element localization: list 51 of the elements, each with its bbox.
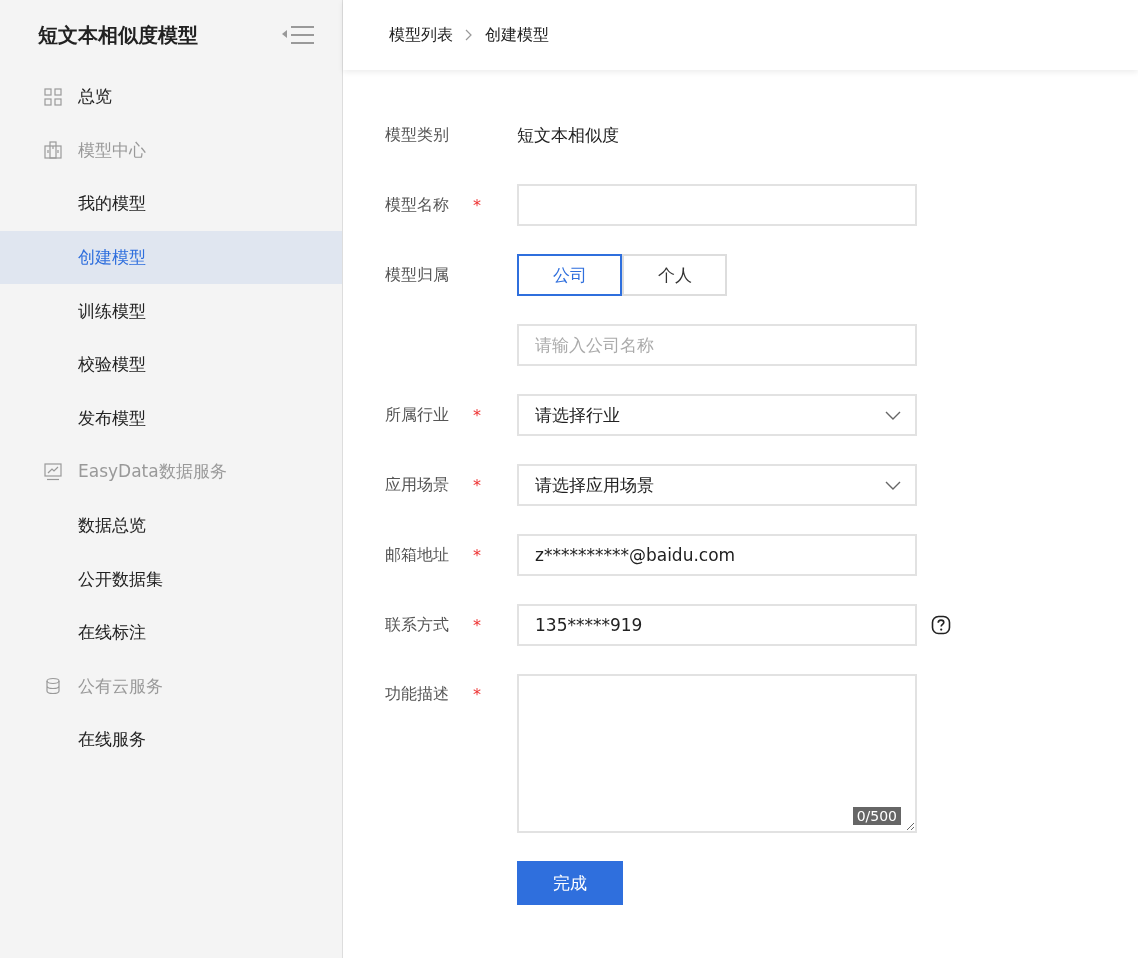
- required-mark: *: [473, 545, 481, 565]
- help-icon[interactable]: [931, 615, 951, 635]
- sidebar-item[interactable]: 训练模型: [0, 284, 342, 338]
- sidebar-item[interactable]: 数据总览: [0, 498, 342, 553]
- building-icon: [44, 141, 62, 160]
- sidebar-item[interactable]: 我的模型: [0, 177, 342, 231]
- chevron-down-icon: [885, 480, 901, 490]
- field-label: 联系方式: [385, 614, 450, 636]
- field-value: 短文本相似度: [517, 123, 619, 147]
- input-field[interactable]: 135*****919: [517, 604, 917, 646]
- collapse-menu-icon[interactable]: [282, 25, 316, 45]
- required-mark: *: [473, 475, 481, 495]
- sidebar-item[interactable]: 总览: [78, 85, 112, 109]
- line-chart-icon: [44, 462, 62, 481]
- select-dropdown[interactable]: 请选择行业: [517, 394, 917, 436]
- character-counter: 0/500: [852, 807, 901, 825]
- select-dropdown[interactable]: 请选择应用场景: [517, 464, 917, 506]
- grid-icon: [44, 87, 62, 106]
- chevron-down-icon: [885, 410, 901, 420]
- field-label: 所属行业: [385, 404, 450, 426]
- toggle-option[interactable]: 个人: [622, 254, 727, 296]
- sidebar-section-title: 模型中心: [78, 138, 146, 162]
- required-mark: *: [473, 195, 481, 215]
- toggle-option[interactable]: 公司: [517, 254, 622, 296]
- breadcrumb-link[interactable]: 模型列表: [389, 24, 453, 46]
- field-label: 邮箱地址: [385, 544, 450, 566]
- input-field[interactable]: [517, 184, 917, 226]
- field-label: 模型类别: [385, 124, 450, 146]
- input-field[interactable]: z**********@baidu.com: [517, 534, 917, 576]
- sidebar-item[interactable]: 发布模型: [0, 391, 342, 446]
- description-textarea[interactable]: [517, 674, 917, 833]
- field-label: 模型归属: [385, 264, 450, 286]
- sidebar-section-title: EasyData数据服务: [78, 460, 227, 484]
- database-icon: [44, 677, 62, 696]
- submit-button[interactable]: 完成: [517, 861, 623, 905]
- sidebar-title: 短文本相似度模型: [38, 21, 198, 49]
- sidebar-item[interactable]: 创建模型: [0, 230, 342, 285]
- sidebar-item[interactable]: 在线服务: [0, 713, 342, 767]
- chevron-right-icon: [465, 29, 473, 41]
- input-field[interactable]: 请输入公司名称: [517, 324, 917, 366]
- sidebar-item[interactable]: 公开数据集: [0, 552, 342, 606]
- field-label: 应用场景: [385, 474, 450, 496]
- breadcrumb-current: 创建模型: [485, 24, 549, 46]
- required-mark: *: [473, 615, 481, 635]
- sidebar-item[interactable]: 在线标注: [0, 605, 342, 660]
- sidebar-item[interactable]: 校验模型: [0, 337, 342, 392]
- field-label: 模型名称: [385, 194, 450, 216]
- field-label: 功能描述: [385, 684, 450, 705]
- required-mark: *: [473, 685, 481, 704]
- required-mark: *: [473, 405, 481, 425]
- sidebar-section-title: 公有云服务: [78, 674, 163, 698]
